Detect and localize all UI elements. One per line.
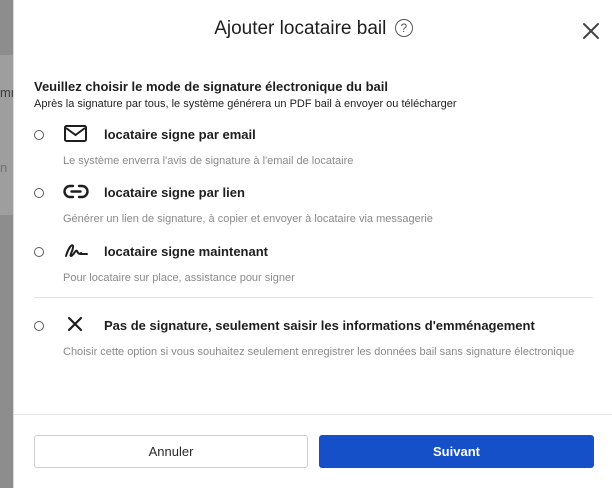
envelope-icon <box>64 125 87 142</box>
option-description: Choisir cette option si vous souhaitez s… <box>63 346 575 358</box>
add-tenant-modal: Ajouter locataire bail ? Veuillez choisi… <box>13 0 612 488</box>
radio-no-signature[interactable] <box>34 321 44 331</box>
footer-divider <box>14 414 612 415</box>
x-icon <box>67 316 83 332</box>
option-description: Générer un lien de signature, à copier e… <box>63 213 433 225</box>
background-text: n <box>0 160 8 175</box>
close-icon[interactable] <box>581 21 601 41</box>
option-label[interactable]: locataire signe maintenant <box>104 244 268 259</box>
option-description: Pour locataire sur place, assistance pou… <box>63 272 295 284</box>
option-label[interactable]: Pas de signature, seulement saisir les i… <box>104 318 535 333</box>
option-label[interactable]: locataire signe par email <box>104 127 256 142</box>
signature-icon <box>65 244 88 257</box>
link-icon <box>63 184 89 199</box>
radio-sign-by-email[interactable] <box>34 130 44 140</box>
intro-title: Veuillez choisir le mode de signature él… <box>34 79 388 94</box>
radio-sign-now[interactable] <box>34 247 44 257</box>
intro-subtitle: Après la signature par tous, le système … <box>34 98 457 110</box>
next-button[interactable]: Suivant <box>319 435 594 468</box>
option-label[interactable]: locataire signe par lien <box>104 185 245 200</box>
divider <box>34 297 593 298</box>
option-description: Le système enverra l'avis de signature à… <box>63 155 354 167</box>
modal-header: Ajouter locataire bail ? <box>14 0 612 60</box>
radio-sign-by-link[interactable] <box>34 188 44 198</box>
cancel-button[interactable]: Annuler <box>34 435 308 468</box>
question-circle-icon[interactable]: ? <box>394 19 413 37</box>
modal-title-wrap: Ajouter locataire bail ? <box>14 18 612 40</box>
modal-title: Ajouter locataire bail <box>214 18 387 39</box>
